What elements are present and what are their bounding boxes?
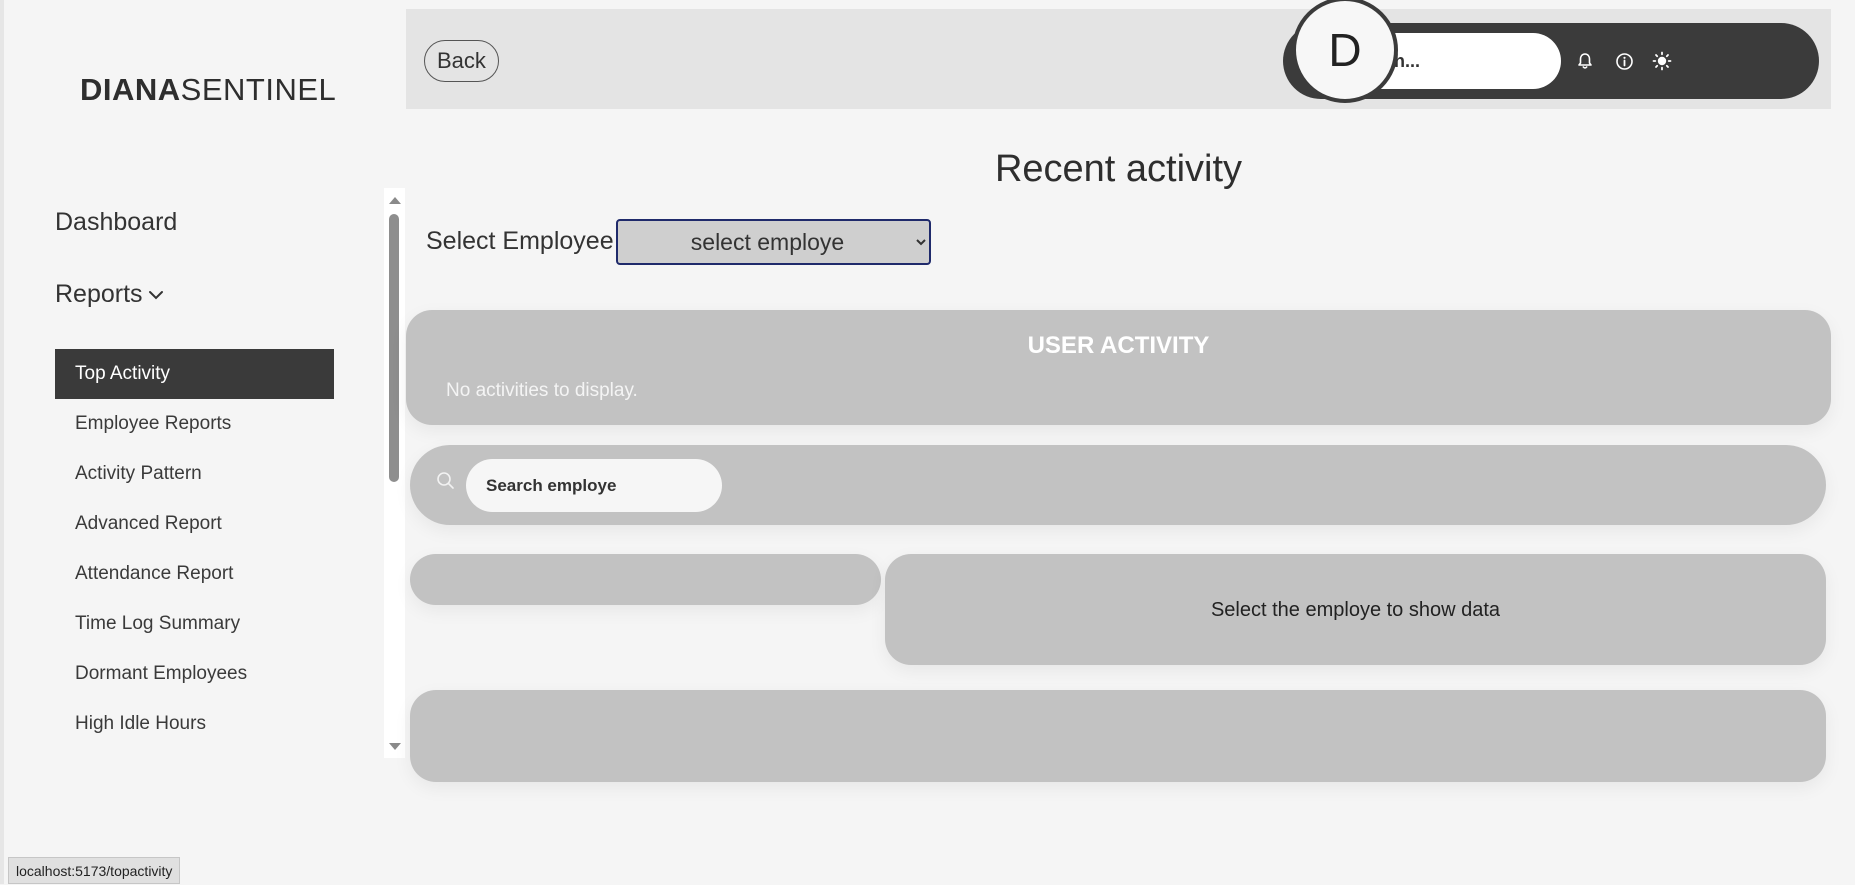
brand-strong: DIANA — [80, 72, 181, 107]
scroll-down-arrow-icon[interactable] — [389, 743, 401, 750]
user-activity-title: USER ACTIVITY — [1027, 332, 1210, 359]
sidebar-item-attendance-report[interactable]: Attendance Report — [55, 549, 334, 599]
activity-empty-message: No activities to display. — [446, 380, 638, 401]
select-employee-label: Select Employee — [426, 227, 614, 255]
scrollbar-thumb[interactable] — [389, 214, 399, 482]
sidebar: DIANASENTINEL Dashboard Reports Top Acti… — [0, 0, 405, 884]
employee-select[interactable]: select employe — [616, 219, 931, 265]
sidebar-item-employee-reports[interactable]: Employee Reports — [55, 399, 334, 449]
reports-submenu: Top Activity Employee Reports Activity P… — [55, 349, 334, 749]
employee-search-panel — [410, 445, 1826, 525]
sidebar-item-advanced-report[interactable]: Advanced Report — [55, 499, 334, 549]
employee-search-input[interactable] — [466, 459, 722, 512]
user-activity-panel: USER ACTIVITY No activities to display. — [406, 310, 1831, 425]
scroll-up-arrow-icon[interactable] — [389, 197, 401, 204]
bottom-panel — [410, 690, 1826, 782]
brand-logo[interactable]: DIANASENTINEL — [80, 72, 336, 108]
employee-data-panel: Select the employe to show data — [885, 554, 1826, 665]
top-header: Back — [406, 9, 1831, 109]
info-icon[interactable] — [1612, 49, 1636, 73]
sidebar-item-time-log-summary[interactable]: Time Log Summary — [55, 599, 334, 649]
status-bar-url: localhost:5173/topactivity — [8, 857, 181, 884]
sidebar-item-top-activity[interactable]: Top Activity — [55, 349, 334, 399]
user-avatar[interactable]: D — [1292, 0, 1398, 103]
search-icon — [437, 472, 454, 489]
employee-list-panel — [410, 554, 881, 605]
sun-icon[interactable] — [1650, 49, 1674, 73]
brand-light: SENTINEL — [180, 72, 337, 107]
sidebar-scrollbar[interactable] — [384, 188, 405, 758]
chevron-down-icon — [148, 290, 163, 299]
sidebar-item-dashboard[interactable]: Dashboard — [55, 208, 177, 237]
sidebar-item-high-idle-hours[interactable]: High Idle Hours — [55, 699, 334, 749]
sidebar-item-reports[interactable]: Reports — [55, 280, 165, 309]
bell-icon[interactable] — [1573, 49, 1597, 73]
sidebar-item-dormant-employees[interactable]: Dormant Employees — [55, 649, 334, 699]
sidebar-nav: Dashboard Reports Top Activity Employee … — [4, 188, 407, 758]
sidebar-item-reports-label: Reports — [55, 280, 143, 308]
sidebar-item-activity-pattern[interactable]: Activity Pattern — [55, 449, 334, 499]
employee-data-message: Select the employe to show data — [1210, 599, 1501, 621]
page-title: Recent activity — [994, 148, 1243, 190]
back-button[interactable]: Back — [424, 40, 499, 82]
